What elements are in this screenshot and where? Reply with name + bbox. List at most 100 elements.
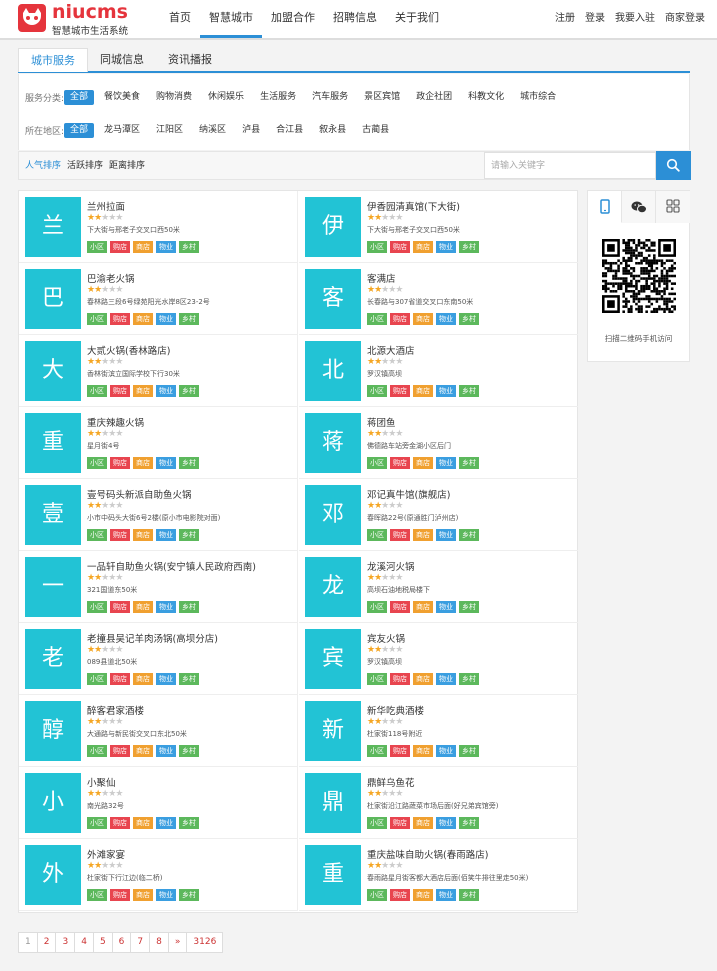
tag-badge[interactable]: 商店 — [413, 385, 433, 397]
tag-badge[interactable]: 乡村 — [459, 673, 479, 685]
tag-badge[interactable]: 物业 — [156, 385, 176, 397]
category-option[interactable]: 政企社团 — [410, 90, 458, 105]
top-link-2[interactable]: 我要入驻 — [615, 0, 655, 38]
tag-badge[interactable]: 购店 — [390, 673, 410, 685]
page-link[interactable]: 8 — [150, 933, 169, 952]
business-card[interactable]: 客客满店 ★★★★★ 长春路与307省道交叉口东南50米 小区 购店 商店 物业 乡村 — [299, 263, 578, 335]
tag-badge[interactable]: 商店 — [413, 745, 433, 757]
business-name[interactable]: 一品轩自助鱼火锅(安宁镇人民政府西南) — [87, 559, 292, 573]
tag-badge[interactable]: 商店 — [413, 241, 433, 253]
tag-badge[interactable]: 物业 — [156, 817, 176, 829]
business-card[interactable]: 伊伊香园清真馆(下大街) ★★★★★ 下大街与邢老子交叉口西50米 小区 购店 商店 物业乡… — [299, 191, 578, 263]
category-option[interactable]: 全部 — [64, 89, 95, 105]
tag-badge[interactable]: 商店 — [133, 601, 153, 613]
business-initial-tile[interactable]: 蒋 — [305, 413, 361, 473]
top-link-3[interactable]: 商家登录 — [665, 0, 705, 38]
tag-badge[interactable]: 物业 — [436, 601, 456, 613]
tag-badge[interactable]: 购店 — [390, 745, 410, 757]
category-option[interactable]: 汽车服务 — [306, 90, 354, 105]
business-name[interactable]: 重庆辣趣火锅 — [87, 415, 292, 429]
tag-badge[interactable]: 商店 — [133, 817, 153, 829]
tag-badge[interactable]: 小区 — [87, 889, 107, 901]
tag-badge[interactable]: 小区 — [367, 673, 387, 685]
business-card[interactable]: 重重庆盐味自助火锅(春雨路店) ★★★★★ 春雨路星月街客都大酒店后面(佰笑牛排往里… — [299, 839, 578, 911]
business-name[interactable]: 重庆盐味自助火锅(春雨路店) — [367, 847, 572, 861]
tag-badge[interactable]: 小区 — [367, 529, 387, 541]
tag-badge[interactable]: 小区 — [367, 457, 387, 469]
page-link[interactable]: 3 — [56, 933, 76, 952]
tag-badge[interactable]: 物业 — [156, 673, 176, 685]
business-initial-tile[interactable]: 客 — [305, 269, 361, 329]
tag-badge[interactable]: 乡村 — [179, 601, 199, 613]
business-name[interactable]: 醉客君家酒楼 — [87, 703, 292, 717]
area-option[interactable]: 合江县 — [270, 123, 309, 138]
business-card[interactable]: 外外滩家宴 ★★★★★ 杜家街下行江边(临二桥) 小区 购店 商店 物业 乡村 — [19, 839, 298, 911]
business-initial-tile[interactable]: 重 — [25, 413, 81, 473]
tag-badge[interactable]: 购店 — [390, 241, 410, 253]
business-initial-tile[interactable]: 北 — [305, 341, 361, 401]
nav-item-4[interactable]: 关于我们 — [386, 0, 448, 38]
tag-badge[interactable]: 购店 — [110, 817, 130, 829]
tag-badge[interactable]: 商店 — [413, 889, 433, 901]
sort-popularity[interactable]: 人气排序 — [25, 152, 61, 180]
tag-badge[interactable]: 商店 — [133, 241, 153, 253]
nav-item-3[interactable]: 招聘信息 — [324, 0, 386, 38]
page-link[interactable]: 4 — [75, 933, 94, 952]
business-name[interactable]: 新华吃典酒楼 — [367, 703, 572, 717]
nav-item-0[interactable]: 首页 — [160, 0, 200, 38]
page-link[interactable]: 2 — [38, 933, 57, 952]
business-card[interactable]: 蒋蒋团鱼 ★★★★★ 佛德路车站旁金湖小区后门 小区 购店 商店 物业 乡村 — [299, 407, 578, 479]
wechat-icon[interactable] — [622, 191, 656, 223]
business-card[interactable]: 邓邓记真牛馆(旗舰店) ★★★★★ 春晖路22号(原通胜门泸州店) 小区 购店 商店 物业乡… — [299, 479, 578, 551]
business-name[interactable]: 外滩家宴 — [87, 847, 292, 861]
business-card[interactable]: 壹壹号码头新派自助鱼火锅 ★★★★★ 小市中码头大街6号2楼(原小市电影院对面) 小区… — [19, 479, 298, 551]
tag-badge[interactable]: 小区 — [367, 601, 387, 613]
tag-badge[interactable]: 购店 — [110, 241, 130, 253]
business-card[interactable]: 大大贰火锅(香林路店) ★★★★★ 香林街滨立国际学校下行30米 小区 购店 商店 物业 乡村 — [19, 335, 298, 407]
business-name[interactable]: 老撞县吴记羊肉汤锅(高坝分店) — [87, 631, 292, 645]
business-initial-tile[interactable]: 鼎 — [305, 773, 361, 833]
business-initial-tile[interactable]: 伊 — [305, 197, 361, 257]
tag-badge[interactable]: 小区 — [87, 673, 107, 685]
tag-badge[interactable]: 小区 — [367, 241, 387, 253]
nav-item-1[interactable]: 智慧城市 — [200, 0, 262, 38]
tag-badge[interactable]: 小区 — [367, 817, 387, 829]
tab-1[interactable]: 同城信息 — [88, 48, 156, 72]
tag-badge[interactable]: 小区 — [87, 241, 107, 253]
business-card[interactable]: 老老撞县吴记羊肉汤锅(高坝分店) ★★★★★ 089县道北50米 小区 购店 商店 物业 乡村 — [19, 623, 298, 695]
tag-badge[interactable]: 购店 — [110, 889, 130, 901]
business-initial-tile[interactable]: 重 — [305, 845, 361, 905]
tag-badge[interactable]: 乡村 — [179, 385, 199, 397]
tag-badge[interactable]: 小区 — [87, 601, 107, 613]
tab-0[interactable]: 城市服务 — [18, 48, 88, 72]
area-option[interactable]: 龙马潭区 — [98, 123, 146, 138]
top-link-0[interactable]: 注册 — [555, 0, 575, 38]
business-card[interactable]: 鼎鼎鲜乌鱼花 ★★★★★ 杜家街沿江路蔬菜市场后面(好兄弟宾馆旁) 小区 购店 商店 物业乡… — [299, 767, 578, 839]
tag-badge[interactable]: 小区 — [87, 385, 107, 397]
tag-badge[interactable]: 物业 — [156, 889, 176, 901]
category-option[interactable]: 科教文化 — [462, 90, 510, 105]
business-initial-tile[interactable]: 老 — [25, 629, 81, 689]
business-initial-tile[interactable]: 外 — [25, 845, 81, 905]
page-link[interactable]: 5 — [94, 933, 113, 952]
nav-item-2[interactable]: 加盟合作 — [262, 0, 324, 38]
sort-distance[interactable]: 距离排序 — [109, 152, 145, 180]
business-card[interactable]: 宾宾友火锅 ★★★★★ 罗汉镇高坝 小区 购店 商店 物业 乡村 — [299, 623, 578, 695]
tag-badge[interactable]: 物业 — [156, 745, 176, 757]
tag-badge[interactable]: 商店 — [413, 601, 433, 613]
tag-badge[interactable]: 购店 — [390, 313, 410, 325]
business-initial-tile[interactable]: 兰 — [25, 197, 81, 257]
tag-badge[interactable]: 商店 — [413, 313, 433, 325]
tag-badge[interactable]: 物业 — [156, 601, 176, 613]
tag-badge[interactable]: 小区 — [367, 313, 387, 325]
tag-badge[interactable]: 物业 — [156, 529, 176, 541]
area-option[interactable]: 泸县 — [236, 123, 266, 138]
tag-badge[interactable]: 商店 — [133, 529, 153, 541]
business-initial-tile[interactable]: 醇 — [25, 701, 81, 761]
business-name[interactable]: 宾友火锅 — [367, 631, 572, 645]
tag-badge[interactable]: 乡村 — [459, 889, 479, 901]
business-name[interactable]: 巴渝老火锅 — [87, 271, 292, 285]
business-card[interactable]: 小小聚仙 ★★★★★ 南光路32号 小区 购店 商店 物业 乡村 — [19, 767, 298, 839]
category-option[interactable]: 景区宾馆 — [358, 90, 406, 105]
area-option[interactable]: 江阳区 — [150, 123, 189, 138]
